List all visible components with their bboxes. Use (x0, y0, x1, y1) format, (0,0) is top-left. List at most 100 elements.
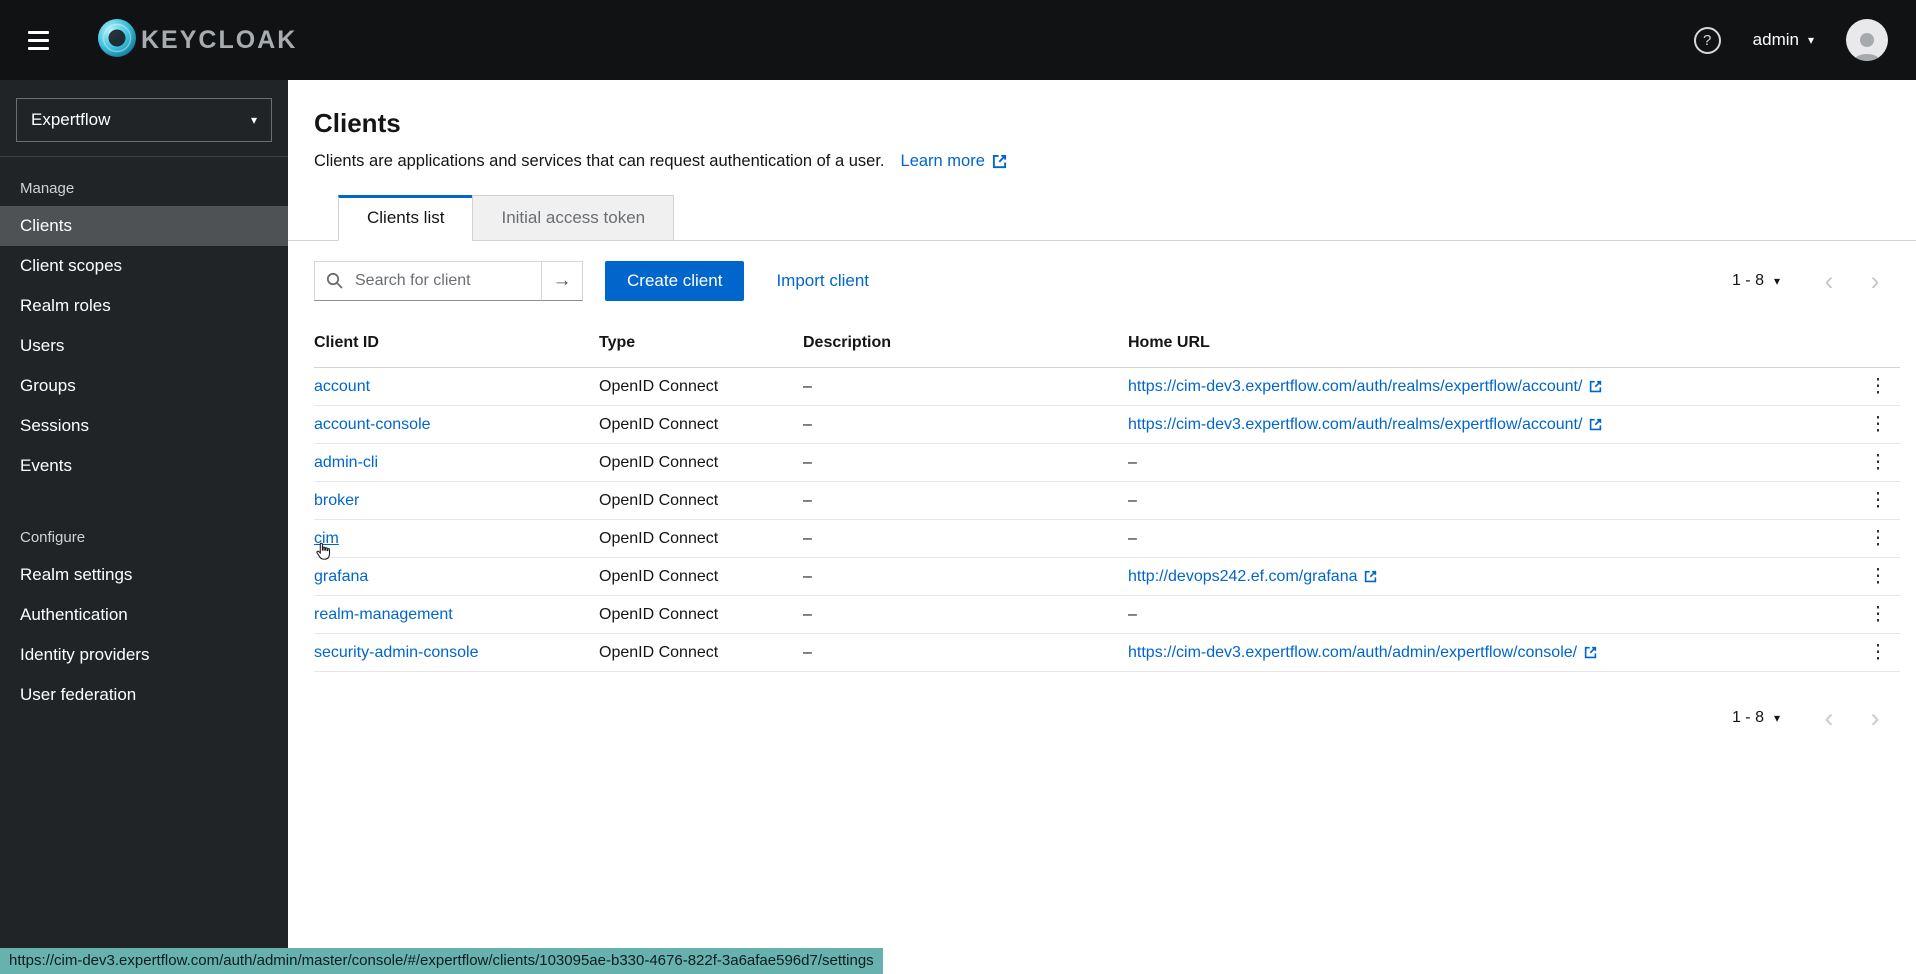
external-link-icon (992, 154, 1007, 169)
nav-section-configure: Configure Realm settings Authentication … (0, 520, 288, 715)
kebab-menu-button[interactable]: ⋮ (1860, 485, 1896, 517)
main-content: Clients Clients are applications and ser… (288, 80, 1916, 974)
home-url-link[interactable]: https://cim-dev3.expertflow.com/auth/adm… (1128, 644, 1597, 662)
client-type: OpenID Connect (599, 482, 803, 520)
hamburger-icon (28, 31, 49, 34)
client-type: OpenID Connect (599, 596, 803, 634)
import-client-link[interactable]: Import client (776, 271, 869, 291)
sidebar-item-identity-providers[interactable]: Identity providers (0, 635, 288, 675)
client-type: OpenID Connect (599, 558, 803, 596)
page-title: Clients (314, 108, 1890, 139)
sidebar-item-clients[interactable]: Clients (0, 206, 288, 246)
kebab-menu-button[interactable]: ⋮ (1860, 409, 1896, 441)
pagination-range-dropdown[interactable]: 1 - 8 ▾ (1732, 709, 1780, 727)
client-description: – (803, 520, 1128, 558)
client-type: OpenID Connect (599, 406, 803, 444)
external-link-icon (1589, 380, 1602, 393)
client-description: – (803, 482, 1128, 520)
clients-table: Client ID Type Description Home URL acco… (314, 319, 1900, 672)
client-type: OpenID Connect (599, 634, 803, 672)
client-description: – (803, 406, 1128, 444)
kebab-menu-button[interactable]: ⋮ (1860, 637, 1896, 669)
previous-page-button[interactable]: ‹ (1806, 698, 1852, 738)
sidebar-item-groups[interactable]: Groups (0, 366, 288, 406)
chevron-down-icon: ▾ (1774, 712, 1780, 724)
kebab-menu-button[interactable]: ⋮ (1860, 561, 1896, 593)
home-url-link[interactable]: https://cim-dev3.expertflow.com/auth/rea… (1128, 416, 1602, 434)
client-description: – (803, 634, 1128, 672)
client-description: – (803, 558, 1128, 596)
home-url-empty: – (1128, 444, 1852, 482)
external-link-icon (1364, 570, 1377, 583)
nav-toggle-button[interactable] (28, 20, 68, 60)
create-client-button[interactable]: Create client (605, 261, 744, 301)
home-url-link[interactable]: http://devops242.ef.com/grafana (1128, 568, 1377, 586)
chevron-down-icon: ▾ (1808, 34, 1814, 46)
client-id-link[interactable]: grafana (314, 568, 368, 585)
client-id-link[interactable]: admin-cli (314, 454, 378, 471)
status-bar-url: https://cim-dev3.expertflow.com/auth/adm… (0, 948, 883, 974)
client-description: – (803, 596, 1128, 634)
person-icon (1850, 29, 1884, 61)
kebab-menu-button[interactable]: ⋮ (1860, 599, 1896, 631)
column-header-home-url: Home URL (1128, 319, 1852, 368)
next-page-button[interactable]: › (1852, 698, 1898, 738)
client-id-link[interactable]: realm-management (314, 606, 453, 623)
table-row: admin-cli OpenID Connect – – ⋮ (314, 444, 1900, 482)
table-row: account OpenID Connect – https://cim-dev… (314, 368, 1900, 406)
client-id-link[interactable]: broker (314, 492, 359, 509)
table-row: cim OpenID Connect – – ⋮ (314, 520, 1900, 558)
client-id-link[interactable]: account-console (314, 416, 431, 433)
sidebar-item-client-scopes[interactable]: Client scopes (0, 246, 288, 286)
home-url-link[interactable]: https://cim-dev3.expertflow.com/auth/rea… (1128, 378, 1602, 396)
table-row: grafana OpenID Connect – http://devops24… (314, 558, 1900, 596)
username: admin (1753, 30, 1799, 50)
client-id-link[interactable]: security-admin-console (314, 644, 479, 661)
sidebar: Expertflow ▾ Manage Clients Client scope… (0, 80, 288, 974)
toolbar: → Create client Import client 1 - 8 ▾ ‹ … (288, 241, 1916, 319)
avatar[interactable] (1846, 19, 1888, 61)
sidebar-item-realm-roles[interactable]: Realm roles (0, 286, 288, 326)
client-type: OpenID Connect (599, 444, 803, 482)
sidebar-item-sessions[interactable]: Sessions (0, 406, 288, 446)
help-icon[interactable]: ? (1694, 27, 1721, 54)
sidebar-item-authentication[interactable]: Authentication (0, 595, 288, 635)
sidebar-item-user-federation[interactable]: User federation (0, 675, 288, 715)
external-link-icon (1589, 418, 1602, 431)
client-type: OpenID Connect (599, 520, 803, 558)
pagination-range-dropdown[interactable]: 1 - 8 ▾ (1732, 272, 1780, 290)
tab-clients-list[interactable]: Clients list (338, 195, 473, 241)
client-id-link[interactable]: account (314, 378, 370, 395)
kebab-menu-button[interactable]: ⋮ (1860, 523, 1896, 555)
previous-page-button[interactable]: ‹ (1806, 261, 1852, 301)
client-description: – (803, 444, 1128, 482)
learn-more-link[interactable]: Learn more (901, 152, 1007, 171)
sidebar-item-users[interactable]: Users (0, 326, 288, 366)
search-input[interactable] (314, 261, 541, 301)
realm-selector[interactable]: Expertflow ▾ (16, 98, 272, 142)
home-url-empty: – (1128, 520, 1852, 558)
chevron-down-icon: ▾ (251, 114, 257, 126)
table-row: broker OpenID Connect – – ⋮ (314, 482, 1900, 520)
external-link-icon (1584, 646, 1597, 659)
mouse-cursor-icon (316, 542, 331, 561)
table-row: security-admin-console OpenID Connect – … (314, 634, 1900, 672)
tab-bar: Clients list Initial access token (288, 195, 1916, 241)
keycloak-logo: KEYCLOAK (96, 17, 297, 64)
user-dropdown[interactable]: admin ▾ (1753, 30, 1814, 50)
kebab-menu-button[interactable]: ⋮ (1860, 371, 1896, 403)
tab-initial-access-token[interactable]: Initial access token (472, 195, 674, 241)
realm-name: Expertflow (31, 110, 110, 130)
client-type: OpenID Connect (599, 368, 803, 406)
nav-section-title: Configure (0, 520, 288, 555)
sidebar-item-events[interactable]: Events (0, 446, 288, 486)
next-page-button[interactable]: › (1852, 261, 1898, 301)
pagination-bottom: 1 - 8 ▾ ‹ › (288, 672, 1916, 738)
sidebar-item-realm-settings[interactable]: Realm settings (0, 555, 288, 595)
table-row: account-console OpenID Connect – https:/… (314, 406, 1900, 444)
kebab-menu-button[interactable]: ⋮ (1860, 447, 1896, 479)
search-submit-button[interactable]: → (541, 261, 583, 301)
column-header-type: Type (599, 319, 803, 368)
client-description: – (803, 368, 1128, 406)
pagination-top: 1 - 8 ▾ ‹ › (1732, 261, 1898, 301)
